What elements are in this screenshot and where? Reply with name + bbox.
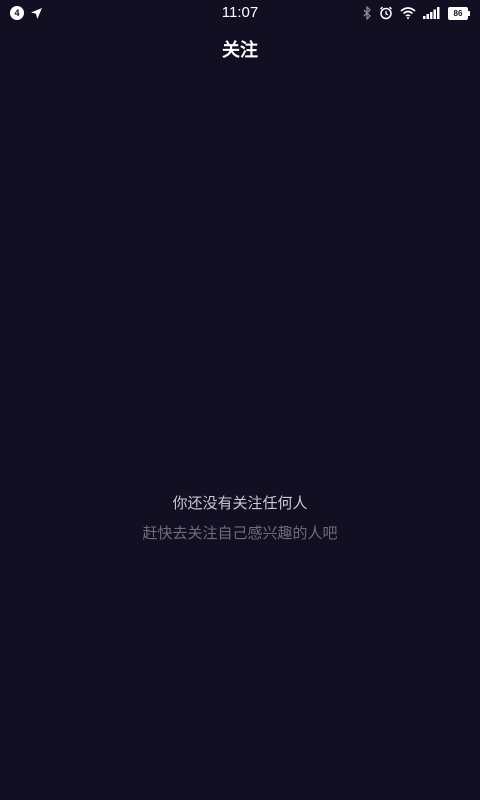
alarm-icon [379, 6, 393, 20]
title-bar: 关注 [0, 26, 480, 70]
empty-state: 你还没有关注任何人 赶快去关注自己感兴趣的人吧 [0, 492, 480, 544]
status-right-group: 86 [363, 6, 470, 20]
battery-icon: 86 [448, 6, 470, 20]
bluetooth-icon [363, 6, 372, 20]
page-title: 关注 [222, 40, 258, 61]
empty-state-subtitle: 赶快去关注自己感兴趣的人吧 [142, 524, 338, 542]
wifi-icon [400, 7, 416, 19]
empty-state-title: 你还没有关注任何人 [172, 494, 308, 512]
signal-icon [423, 7, 441, 19]
status-bar: 4 11:07 86 [0, 0, 480, 26]
app-screen: 4 11:07 86 关注 你还没有关注任何人 赶快去关注自己感兴趣的人吧 [0, 0, 480, 800]
